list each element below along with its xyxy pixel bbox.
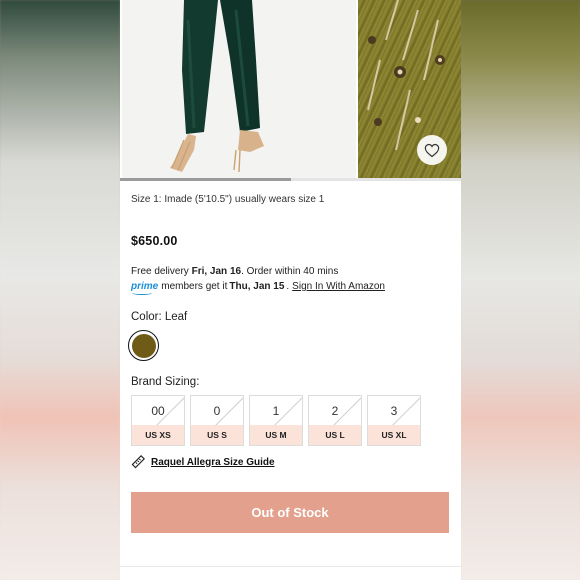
gallery-scroll-track[interactable] (120, 178, 461, 181)
size-us-equivalent: US XS (132, 425, 184, 445)
size-option-3[interactable]: 3 US XL (367, 395, 421, 446)
sign-in-amazon-link[interactable]: Sign In With Amazon (292, 281, 385, 292)
gallery-scroll-thumb[interactable] (120, 178, 291, 181)
size-guide-label: Raquel Allegra Size Guide (151, 456, 275, 468)
divider (120, 566, 461, 567)
size-option-2[interactable]: 2 US L (308, 395, 362, 446)
prime-logo: prime (131, 281, 158, 295)
product-page: Size 1: Imade (5'10.5") usually wears si… (120, 0, 461, 580)
background-blur-left (0, 0, 120, 580)
size-option-00[interactable]: 00 US XS (131, 395, 185, 446)
size-us-equivalent: US M (250, 425, 302, 445)
prime-delivery-info: prime members get it Thu, Jan 15. Sign I… (131, 281, 385, 295)
size-value: 2 (331, 404, 339, 418)
size-option-1[interactable]: 1 US M (249, 395, 303, 446)
size-option-0[interactable]: 0 US S (190, 395, 244, 446)
size-value: 0 (213, 404, 221, 418)
size-value: 1 (272, 404, 280, 418)
size-value: 3 (390, 404, 398, 418)
model-size-note: Size 1: Imade (5'10.5") usually wears si… (131, 194, 325, 205)
color-swatch-leaf[interactable] (128, 330, 159, 361)
size-guide-link[interactable]: Raquel Allegra Size Guide (131, 455, 275, 469)
size-options: 00 US XS 0 US S 1 US M 2 US L 3 US XL (131, 395, 421, 446)
ruler-icon (131, 455, 145, 469)
size-value: 00 (151, 404, 165, 418)
prime-date: Thu, Jan 15 (229, 281, 285, 292)
delivery-date: Fri, Jan 16 (191, 266, 242, 277)
product-photo-model[interactable] (122, 0, 356, 178)
size-us-equivalent: US XL (368, 425, 420, 445)
brand-sizing-label: Brand Sizing: (131, 376, 200, 388)
delivery-suffix: . Order within 40 mins (241, 266, 339, 277)
size-us-equivalent: US S (191, 425, 243, 445)
delivery-prefix: Free delivery (131, 266, 189, 277)
prime-text: members get it (161, 281, 228, 292)
heart-outline-icon (424, 143, 440, 157)
delivery-info: Free delivery Fri, Jan 16. Order within … (131, 266, 338, 277)
out-of-stock-button[interactable]: Out of Stock (131, 492, 449, 533)
color-label: Color: Leaf (131, 311, 188, 323)
size-us-equivalent: US L (309, 425, 361, 445)
favorite-button[interactable] (417, 135, 447, 165)
background-blur-right (461, 0, 580, 580)
image-gallery[interactable] (120, 0, 461, 178)
product-price: $650.00 (131, 234, 178, 248)
color-swatch-fill (131, 333, 156, 358)
